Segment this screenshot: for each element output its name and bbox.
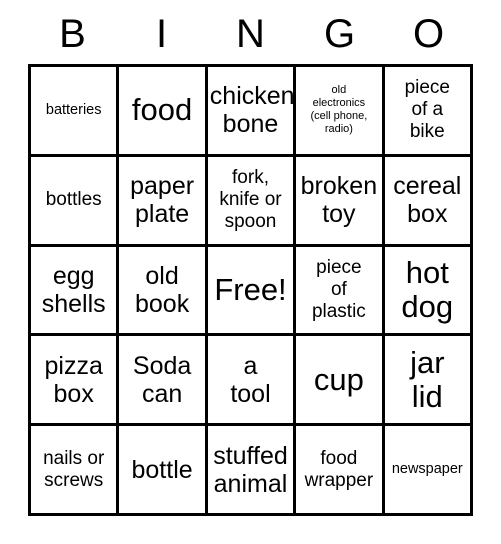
bingo-cell-label: Free! [214,271,287,307]
bingo-cell[interactable]: jar lid [384,336,473,427]
bingo-cell[interactable]: old book [119,246,208,337]
bingo-cell-label: bottles [45,189,102,211]
bingo-cell-label: fork, knife or spoon [219,167,282,233]
bingo-header: BINGO [28,0,473,56]
bingo-grid: batteries food chicken bone old electronics… [28,64,473,516]
bingo-cell[interactable]: broken toy [296,156,385,247]
bingo-header-letter-g: G [323,12,356,56]
bingo-cell-label: old book [134,261,190,318]
bingo-cell-label: nails or screws [43,447,105,491]
bingo-cell[interactable]: piece of plastic [296,246,385,337]
bingo-cell[interactable]: chicken bone [207,67,297,157]
bingo-header-letter-o: O [412,12,445,56]
bingo-cell[interactable]: newspaper [384,426,473,516]
bingo-cell[interactable]: Free! [207,246,297,337]
bingo-header-letter-b: B [59,12,86,56]
bingo-cell-label: egg shells [41,261,106,318]
bingo-cell[interactable]: piece of a bike [384,67,473,157]
bingo-cell-label: bottle [131,455,193,484]
bingo-cell[interactable]: cereal box [384,156,473,247]
bingo-cell-label: newspaper [391,461,463,478]
bingo-cell[interactable]: batteries [31,67,120,157]
bingo-cell[interactable]: bottles [31,156,120,247]
bingo-cell-label: paper plate [130,172,195,229]
bingo-cell[interactable]: pizza box [31,336,120,427]
bingo-cell-label: hot dog [401,254,454,324]
bingo-cell-label: cup [313,361,364,397]
bingo-cell-label: Soda can [132,351,192,408]
bingo-card: B I N G O batteries food chicken bone old elect… [0,0,501,544]
bingo-cell-label: jar lid [410,344,445,414]
bingo-cell-label: a tool [230,351,271,408]
bingo-cell[interactable]: food [119,67,208,157]
bingo-header-letter-i: I [155,12,168,56]
bingo-cell[interactable]: nails or screws [31,426,120,516]
bingo-cell-label: stuffed animal [213,441,288,498]
bingo-cell[interactable]: a tool [207,336,297,427]
bingo-cell-label: piece of a bike [404,77,450,143]
bingo-cell-label: old electronics (cell phone, radio) [310,84,368,136]
bingo-cell-label: food [131,92,193,128]
bingo-cell[interactable]: cup [296,336,385,427]
bingo-cell-label: cereal box [393,172,462,229]
bingo-cell-label: broken toy [300,172,378,229]
bingo-cell-label: piece of plastic [311,256,366,322]
bingo-cell-label: food wrapper [304,447,374,491]
bingo-cell-label: chicken bone [209,82,295,139]
bingo-cell[interactable]: fork, knife or spoon [207,156,297,247]
bingo-cell-label: pizza box [44,351,103,408]
bingo-cell[interactable]: food wrapper [296,426,385,516]
bingo-cell[interactable]: stuffed animal [207,426,297,516]
bingo-cell[interactable]: Soda can [119,336,208,427]
bingo-cell-label: batteries [45,101,102,118]
bingo-cell[interactable]: hot dog [384,246,473,337]
bingo-cell[interactable]: egg shells [31,246,120,337]
bingo-header-letter-n: N [236,12,265,56]
bingo-cell[interactable]: old electronics (cell phone, radio) [296,67,385,157]
bingo-cell[interactable]: paper plate [119,156,208,247]
bingo-cell[interactable]: bottle [119,426,208,516]
